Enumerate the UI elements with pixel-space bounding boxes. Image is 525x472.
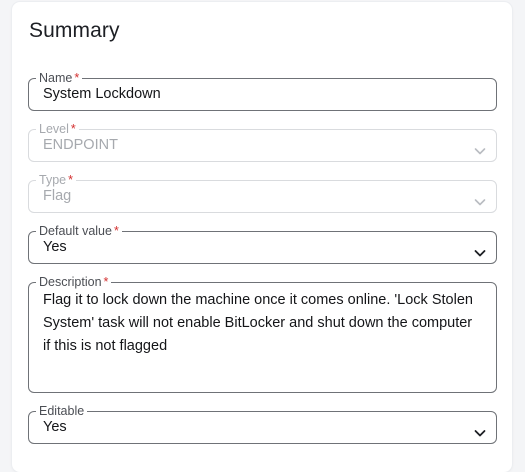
chevron-down-icon: [474, 148, 486, 155]
required-indicator: *: [113, 224, 119, 238]
level-label: Level *: [39, 122, 76, 136]
description-field[interactable]: Description * Flag it to lock down the ma…: [28, 276, 497, 393]
required-indicator: *: [68, 173, 73, 187]
type-value: Flag: [43, 188, 72, 204]
name-label: Name *: [39, 71, 80, 85]
default-value-value: Yes: [43, 239, 67, 255]
editable-select[interactable]: Editable Yes: [28, 405, 497, 444]
name-input[interactable]: System Lockdown: [43, 85, 482, 103]
chevron-down-icon: [474, 199, 486, 206]
chevron-down-icon[interactable]: [472, 425, 488, 441]
required-indicator: *: [70, 122, 76, 136]
name-field[interactable]: Name * System Lockdown: [28, 72, 497, 111]
type-label: Type *: [39, 173, 73, 187]
chevron-down-icon[interactable]: [472, 245, 488, 261]
editable-value: Yes: [43, 419, 67, 435]
description-textarea[interactable]: Flag it to lock down the machine once it…: [43, 289, 482, 358]
required-indicator: *: [103, 275, 109, 289]
editable-label: Editable: [39, 404, 85, 418]
section-title: Summary: [29, 19, 120, 42]
required-indicator: *: [74, 71, 80, 85]
default-value-label: Default value *: [39, 224, 119, 238]
level-value: ENDPOINT: [43, 137, 118, 153]
type-select: Type * Flag: [28, 174, 497, 213]
default-value-select[interactable]: Default value * Yes: [28, 225, 497, 264]
level-select: Level * ENDPOINT: [28, 123, 497, 162]
description-label: Description *: [39, 275, 109, 289]
